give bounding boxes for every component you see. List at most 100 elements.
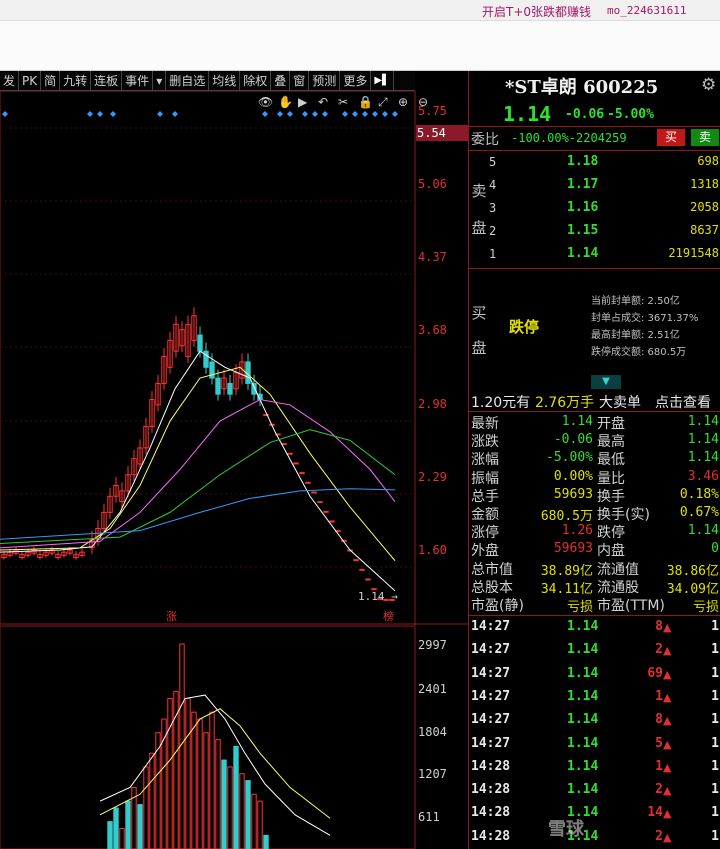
price-label: 3.68 (418, 323, 447, 337)
stat-label: 最低 (597, 452, 625, 469)
volume-bar (245, 780, 251, 849)
weibi-label: 委比 (471, 132, 499, 148)
price-label: 5.75 (418, 104, 447, 118)
eye-icon[interactable]: 👁 (258, 95, 273, 109)
toolbar-remove-watchlist[interactable]: 删自选 (166, 70, 210, 91)
arrow-up-icon: ▲ (663, 644, 672, 658)
tick-count: 1 (711, 758, 719, 774)
toolbar-lianban[interactable]: 连板 (91, 70, 123, 91)
volume-bar (143, 766, 149, 849)
volume-label: 1207 (418, 767, 447, 781)
toolbar-jian[interactable]: 简 (41, 70, 61, 91)
stat-item: 跌停 1.14 (597, 522, 719, 542)
stat-label: 涨幅 (471, 452, 499, 469)
zoom-in-icon[interactable]: ⊕ (398, 95, 408, 109)
candle-body (305, 481, 311, 484)
ob-level: 5 (489, 155, 497, 169)
toolbar-adjust[interactable]: 除权 (240, 70, 272, 91)
arrow-up-icon: ▲ (663, 807, 672, 821)
gear-icon[interactable]: ⚙ (701, 75, 716, 95)
toolbar-forecast[interactable]: 预测 (309, 70, 341, 91)
user-id[interactable]: mo_224631611 (607, 4, 686, 17)
kline-chart[interactable]: 👁 ✋ ▶ ↶ ✂ 🔒 ⤢ ⊕ ⊖1.14 →涨榜 (0, 91, 468, 849)
promo-link[interactable]: 开启T+0张跌都赚钱 (482, 3, 591, 20)
play-end-icon[interactable]: ▶▌ (371, 70, 394, 91)
expand-icon[interactable]: ⤢ (377, 95, 388, 109)
tick-count: 1 (711, 688, 719, 704)
ob-level: 4 (489, 178, 497, 192)
toolbar-pk[interactable]: PK (19, 70, 42, 91)
tick-time: 14:28 (471, 758, 511, 774)
hand-icon[interactable]: ✋ (278, 95, 293, 109)
arrow-up-icon: ▲ (663, 830, 672, 844)
event-marker (277, 111, 283, 117)
toolbar-ma[interactable]: 均线 (209, 70, 241, 91)
tick-volume: 5 (655, 735, 663, 751)
stat-label: 外盘 (471, 543, 499, 560)
big-order-price: 1.20元有 (471, 395, 531, 411)
chevron-down-icon[interactable]: ▼ (591, 375, 621, 389)
ob-price: 1.14 (567, 246, 599, 261)
seal-info: 跌停成交额: 680.5万 (591, 347, 687, 358)
volume-bar (239, 773, 245, 849)
sell-button[interactable]: 卖 (691, 129, 719, 146)
event-marker (172, 111, 178, 117)
stat-label: 内盘 (597, 543, 625, 560)
stat-value: 0.00% (553, 468, 593, 484)
tick-volume: 2 (655, 828, 663, 844)
lock-icon[interactable]: 🔒 (358, 95, 373, 109)
toolbar-window[interactable]: 窗 (290, 70, 310, 91)
view-details-link[interactable]: 点击查看 (655, 392, 711, 412)
candle-body (281, 443, 287, 446)
tick-volume: 1 (655, 688, 663, 704)
tick-price: 1.14 (567, 619, 599, 634)
tick-price: 1.14 (567, 688, 599, 704)
volume-bar (263, 834, 269, 849)
dropdown-icon[interactable]: ▾ (153, 70, 167, 91)
play-icon[interactable]: ▶ (298, 95, 308, 109)
toolbar-jiuzhuan[interactable]: 九转 (60, 70, 92, 91)
divider (469, 126, 720, 127)
stat-item: 外盘 59693 (471, 540, 593, 560)
tick-time: 14:27 (471, 619, 511, 634)
price-change: -0.06 (565, 107, 605, 122)
stat-item: 涨跌 -0.06 (471, 431, 593, 450)
volume-label: 2997 (418, 638, 447, 652)
tick-count: 1 (711, 782, 719, 798)
tick-row: 14:27 1.14 69 ▲ 1 (469, 663, 720, 686)
stat-item: 换手(实) 0.67% (597, 504, 719, 523)
toolbar-more[interactable]: 更多 (340, 70, 372, 91)
top-bar: 开启T+0张跌都赚钱 mo_224631611 (0, 0, 720, 21)
candle-body (329, 520, 335, 523)
stat-value: 1.14 (687, 414, 719, 429)
tick-time: 14:28 (471, 782, 511, 798)
event-marker (322, 111, 328, 117)
stat-item: 开盘 1.14 (597, 413, 719, 432)
big-order-bar[interactable]: 1.20元有 2.76万手 大卖单 点击查看 (469, 389, 720, 411)
toolbar-overlay[interactable]: 叠 (271, 70, 291, 91)
volume-bar (107, 821, 113, 849)
arrow-up-icon: ▲ (663, 621, 672, 634)
undo-icon[interactable]: ↶ (318, 95, 328, 109)
stat-label: 流通值 (597, 561, 639, 578)
stat-item: 换手 0.18% (597, 486, 719, 505)
toolbar-fa[interactable]: 发 (0, 70, 20, 91)
volume-bar (137, 804, 143, 849)
stat-item: 总股本 34.11亿 (471, 577, 593, 597)
buy-side-label: 盘 (471, 339, 487, 357)
stat-label: 总手 (471, 488, 499, 505)
stat-label: 跌停 (597, 525, 625, 542)
event-marker (382, 111, 388, 117)
candle-body (299, 472, 305, 475)
stat-value: 亏损 (692, 600, 719, 615)
toolbar-shijian[interactable]: 事件 (122, 70, 154, 91)
tick-row: 14:27 1.14 5 ▲ 1 (469, 733, 720, 756)
buy-button[interactable]: 买 (657, 129, 685, 146)
scissors-icon[interactable]: ✂ (338, 95, 348, 109)
volume-label: 1804 (418, 725, 447, 739)
stat-label: 换手 (597, 488, 625, 505)
stat-value: 680.5万 (540, 509, 593, 524)
volume-bar (113, 807, 119, 849)
stat-value: 38.89亿 (540, 563, 593, 579)
volume-ma5-line (99, 694, 331, 836)
